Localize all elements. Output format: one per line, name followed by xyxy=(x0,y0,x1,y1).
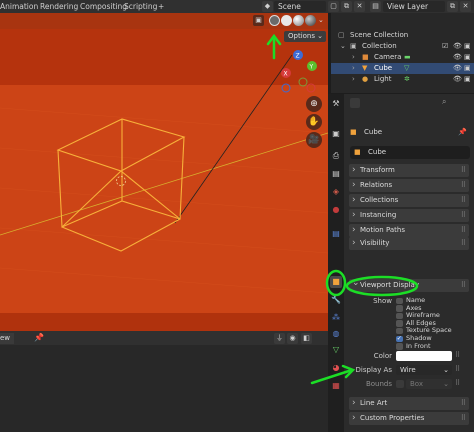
drag-handle-icon[interactable]: ⠿ xyxy=(455,379,460,387)
color-label: Color xyxy=(373,352,392,360)
circle-viewport-display xyxy=(345,275,419,297)
bounds-label: Bounds xyxy=(365,380,392,388)
drag-handle-icon[interactable]: ⠿ xyxy=(455,351,460,359)
chevron-down-icon: ⌄ xyxy=(443,366,449,374)
display-as-value: Wire xyxy=(400,366,416,374)
drag-handle-icon[interactable]: ⠿ xyxy=(455,365,460,373)
bounds-checkbox[interactable] xyxy=(396,380,404,388)
bounds-value: Box xyxy=(410,380,424,388)
bounds-dropdown[interactable]: Box ⌄ xyxy=(406,379,452,389)
color-swatch[interactable] xyxy=(396,351,452,361)
display-as-label: Display As xyxy=(355,366,392,374)
display-as-dropdown[interactable]: Wire ⌄ xyxy=(396,365,452,375)
circle-object-tab xyxy=(325,269,347,297)
chevron-down-icon: ⌄ xyxy=(443,380,449,388)
